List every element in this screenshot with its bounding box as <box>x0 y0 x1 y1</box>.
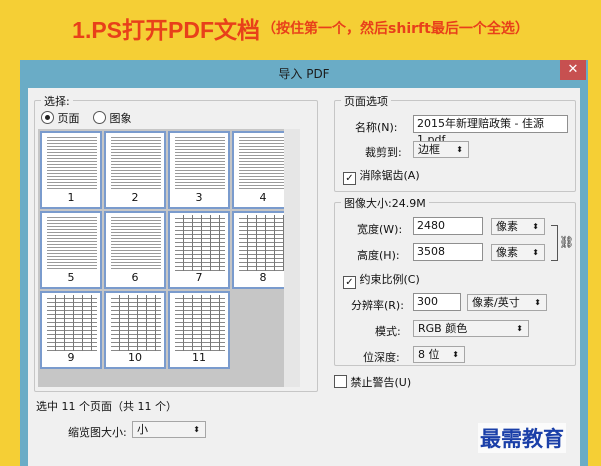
constrain-check-icon[interactable]: ✓ <box>343 276 356 289</box>
banner-subtitle: （按住第一个，然后shirft最后一个全选） <box>262 21 529 37</box>
crop-value: 边框 <box>418 143 440 156</box>
chevron-updown-icon: ⬍ <box>532 248 539 257</box>
page-number-label: 2 <box>131 191 139 204</box>
page-preview-image <box>111 135 161 191</box>
constrain-label: 约束比例(C) <box>359 273 420 286</box>
dialog-client: 选择: 页面 图象 1 2 3 4 5 6 7 8 9 10 11 选中 11 个页面（共 11 个… <box>28 88 580 466</box>
name-label: 名称(N): <box>355 121 398 134</box>
pdf-page-thumbnail[interactable]: 7 <box>168 211 230 289</box>
height-label: 高度(H): <box>357 249 400 262</box>
constrain-bracket <box>551 225 558 261</box>
page-number-label: 6 <box>131 271 139 284</box>
width-unit-value: 像素 <box>496 220 518 233</box>
pdf-page-thumbnail[interactable]: 5 <box>40 211 102 289</box>
crop-select[interactable]: 边框 ⬍ <box>413 141 469 158</box>
chevron-updown-icon: ⬍ <box>516 324 523 333</box>
resolution-field[interactable]: 300 <box>413 293 461 311</box>
chevron-updown-icon: ⬍ <box>532 222 539 231</box>
height-unit-value: 像素 <box>496 246 518 259</box>
suppress-warnings-checkbox[interactable]: 禁止警告(U) <box>334 374 411 390</box>
select-group: 选择: 页面 图象 1 2 3 4 5 6 7 8 9 10 11 <box>34 93 318 392</box>
mode-label: 模式: <box>375 325 401 338</box>
page-number-label: 9 <box>67 351 75 364</box>
bit-depth-select[interactable]: 8 位 ⬍ <box>413 346 465 363</box>
antialias-label: 消除锯齿(A) <box>359 169 420 182</box>
page-preview-image <box>175 135 225 191</box>
page-number-label: 5 <box>67 271 75 284</box>
thumb-size-label: 缩览图大小: <box>68 426 127 439</box>
crop-label: 裁剪到: <box>365 146 402 159</box>
bit-depth-label: 位深度: <box>363 351 400 364</box>
antialias-checkbox[interactable]: ✓ 消除锯齿(A) <box>343 167 420 185</box>
pdf-page-thumbnail[interactable]: 11 <box>168 291 230 369</box>
constrain-checkbox[interactable]: ✓ 约束比例(C) <box>343 271 420 289</box>
page-options-label: 页面选项 <box>341 93 391 109</box>
pdf-page-thumbnail[interactable]: 1 <box>40 131 102 209</box>
page-options-group: 页面选项 名称(N): 2015年新理赔政策 - 佳源1.pdf 裁剪到: 边框… <box>334 93 576 192</box>
page-number-label: 1 <box>67 191 75 204</box>
watermark-logo: 最需教育 <box>478 423 566 453</box>
width-field[interactable]: 2480 <box>413 217 483 235</box>
suppress-warnings-label: 禁止警告(U) <box>350 376 412 389</box>
tutorial-banner: 1.PS打开PDF文档 （按住第一个，然后shirft最后一个全选） <box>0 0 601 56</box>
page-preview-image <box>47 215 97 271</box>
page-preview-image <box>175 295 225 351</box>
image-size-group: 图像大小:24.9M 宽度(W): 2480 像素 ⬍ 高度(H): 3508 像… <box>334 195 576 366</box>
import-pdf-dialog: 导入 PDF ✕ 选择: 页面 图象 1 2 3 4 5 6 7 8 9 10 11 选中 11 个… <box>20 60 588 466</box>
chevron-updown-icon: ⬍ <box>534 298 541 307</box>
radio-image-label: 图象 <box>109 112 132 125</box>
resolution-unit-select[interactable]: 像素/英寸 ⬍ <box>467 294 547 311</box>
thumb-size-select[interactable]: 小 ⬍ <box>132 421 206 438</box>
thumb-size-value: 小 <box>137 423 148 436</box>
resolution-label: 分辨率(R): <box>351 299 404 312</box>
page-preview-image <box>239 215 289 271</box>
page-number-label: 3 <box>195 191 203 204</box>
dialog-title: 导入 PDF <box>278 67 330 81</box>
radio-page-icon[interactable] <box>41 111 54 124</box>
image-size-label: 图像大小:24.9M <box>341 195 429 211</box>
width-unit-select[interactable]: 像素 ⬍ <box>491 218 545 235</box>
page-number-label: 10 <box>128 351 142 364</box>
selection-status: 选中 11 个页面（共 11 个） <box>36 400 177 413</box>
page-preview-image <box>111 295 161 351</box>
suppress-warnings-check-icon[interactable] <box>334 375 347 388</box>
mode-select[interactable]: RGB 颜色 ⬍ <box>413 320 529 337</box>
chevron-updown-icon: ⬍ <box>456 145 463 154</box>
radio-page-label: 页面 <box>57 112 80 125</box>
banner-title: 1.PS打开PDF文档 <box>72 17 261 43</box>
page-number-label: 7 <box>195 271 203 284</box>
page-preview-image <box>175 215 225 271</box>
width-label: 宽度(W): <box>357 223 403 236</box>
bit-depth-value: 8 位 <box>418 348 440 361</box>
pdf-page-thumbnail[interactable]: 6 <box>104 211 166 289</box>
resolution-unit-value: 像素/英寸 <box>472 296 520 309</box>
height-field[interactable]: 3508 <box>413 243 483 261</box>
page-preview-image <box>47 135 97 191</box>
chevron-updown-icon: ⬍ <box>452 350 459 359</box>
pdf-page-thumbnail[interactable]: 3 <box>168 131 230 209</box>
mode-value: RGB 颜色 <box>418 322 468 335</box>
dialog-titlebar[interactable]: 导入 PDF ✕ <box>20 60 588 86</box>
page-number-label: 11 <box>192 351 206 364</box>
radio-page-option[interactable]: 页面 <box>41 110 80 126</box>
close-icon[interactable]: ✕ <box>560 60 586 80</box>
pdf-page-thumbnail[interactable]: 2 <box>104 131 166 209</box>
antialias-check-icon[interactable]: ✓ <box>343 172 356 185</box>
link-icon: ⛓ <box>559 235 575 249</box>
page-preview-image <box>47 295 97 351</box>
height-unit-select[interactable]: 像素 ⬍ <box>491 244 545 261</box>
name-field[interactable]: 2015年新理赔政策 - 佳源1.pdf <box>413 115 568 146</box>
radio-image-icon[interactable] <box>93 111 106 124</box>
select-group-label: 选择: <box>41 93 73 109</box>
page-preview-image <box>111 215 161 271</box>
pdf-page-thumbnail[interactable]: 9 <box>40 291 102 369</box>
radio-image-option[interactable]: 图象 <box>93 110 132 126</box>
page-preview-image <box>239 135 289 191</box>
thumbnail-grid[interactable]: 1 2 3 4 5 6 7 8 9 10 11 <box>38 129 300 387</box>
chevron-updown-icon: ⬍ <box>193 425 200 434</box>
thumbnail-scrollbar[interactable] <box>284 129 300 387</box>
pdf-page-thumbnail[interactable]: 10 <box>104 291 166 369</box>
